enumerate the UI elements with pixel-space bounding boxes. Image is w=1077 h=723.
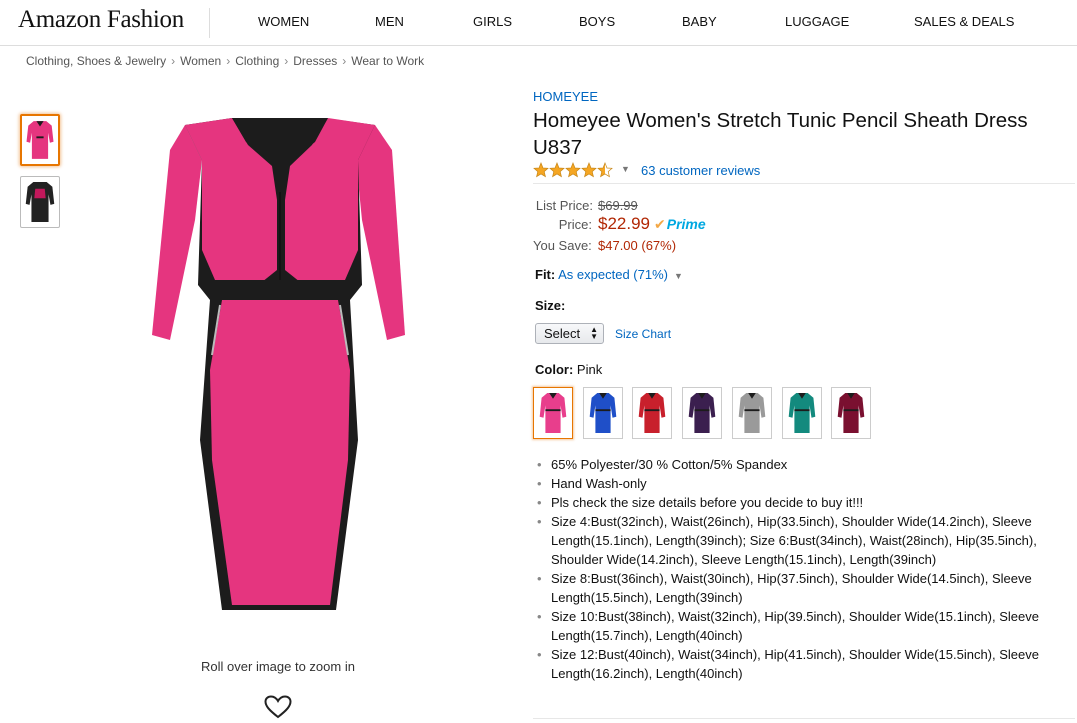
size-dropdown-value: Select <box>544 326 581 341</box>
size-dropdown[interactable]: Select ▲ ▼ <box>535 323 604 344</box>
chevron-down-icon[interactable]: ▼ <box>621 164 630 174</box>
dress-swatch-icon <box>638 393 666 433</box>
nav-baby[interactable]: BABY <box>682 14 717 29</box>
breadcrumb-separator: › <box>171 54 176 68</box>
star-rating[interactable] <box>533 162 615 178</box>
list-item: Size 10:Bust(38inch), Waist(32inch), Hip… <box>537 607 1056 645</box>
star-icon <box>549 162 565 178</box>
nav-women[interactable]: WOMEN <box>258 14 309 29</box>
fit-value-link[interactable]: As expected (71%) <box>558 267 668 282</box>
breadcrumb-clothing[interactable]: Clothing <box>235 54 279 68</box>
amazon-fashion-logo[interactable]: Amazon Fashion <box>18 6 184 34</box>
chevron-down-icon[interactable]: ▼ <box>674 271 683 281</box>
size-chart-link[interactable]: Size Chart <box>615 327 671 341</box>
nav-men[interactable]: MEN <box>375 14 404 29</box>
dress-swatch-icon <box>688 393 716 433</box>
selected-color: Pink <box>576 362 603 377</box>
list-item: Size 4:Bust(32inch), Waist(26inch), Hip(… <box>537 512 1056 569</box>
list-price-value: $69.99 <box>598 198 638 213</box>
heart-icon[interactable] <box>263 694 293 720</box>
color-swatch-purple[interactable] <box>682 387 722 439</box>
zoom-hint: Roll over image to zoom in <box>201 659 355 674</box>
feature-bullets: 65% Polyester/30 % Cotton/5% Spandex Han… <box>537 455 1056 683</box>
color-swatch-pink[interactable] <box>533 387 573 439</box>
list-price-label: List Price: <box>535 198 593 213</box>
nav-boys[interactable]: BOYS <box>579 14 615 29</box>
logo-divider <box>209 8 210 38</box>
breadcrumb-clothing-shoes-jewelry[interactable]: Clothing, Shoes & Jewelry <box>26 54 166 68</box>
color-swatch-blue[interactable] <box>583 387 623 439</box>
customer-reviews-link[interactable]: 63 customer reviews <box>641 163 760 178</box>
prime-label: Prime <box>666 216 706 232</box>
divider <box>533 718 1075 719</box>
breadcrumb-separator: › <box>284 54 289 68</box>
check-icon: ✔ <box>654 216 666 232</box>
fit-row: Fit: As expected (71%) ▼ <box>535 267 683 282</box>
thumbnail-black-dress[interactable] <box>20 176 60 228</box>
breadcrumb-separator: › <box>342 54 347 68</box>
prime-badge[interactable]: ✔Prime <box>654 216 706 233</box>
you-save-label: You Save: <box>533 238 592 253</box>
size-label: Size: <box>535 298 566 313</box>
divider <box>533 183 1075 184</box>
sale-price-value: $22.99 <box>598 214 650 233</box>
up-down-arrows-icon: ▲ ▼ <box>590 325 598 341</box>
breadcrumb: Clothing, Shoes & Jewelry › Women › Clothing… <box>26 54 424 68</box>
thumbnail-pink-dress[interactable] <box>20 114 60 166</box>
dress-thumbnail-icon <box>26 121 54 159</box>
nav-luggage[interactable]: LUGGAGE <box>785 14 849 29</box>
dress-swatch-icon <box>539 393 567 433</box>
nav-girls[interactable]: GIRLS <box>473 14 512 29</box>
product-title: Homeyee Women's Stretch Tunic Pencil She… <box>533 109 1028 159</box>
color-swatch-teal[interactable] <box>782 387 822 439</box>
list-item: Pls check the size details before you de… <box>537 493 1056 512</box>
dress-swatch-icon <box>837 393 865 433</box>
list-item: Size 8:Bust(36inch), Waist(30inch), Hip(… <box>537 569 1056 607</box>
color-swatch-grey[interactable] <box>732 387 772 439</box>
color-swatch-red[interactable] <box>632 387 672 439</box>
breadcrumb-wear-to-work[interactable]: Wear to Work <box>351 54 424 68</box>
list-item: 65% Polyester/30 % Cotton/5% Spandex <box>537 455 1056 474</box>
star-icon <box>533 162 549 178</box>
nav-sales-deals[interactable]: SALES & DEALS <box>914 14 1014 29</box>
color-label: Color: <box>535 362 574 377</box>
dress-swatch-icon <box>589 393 617 433</box>
dress-swatch-icon <box>738 393 766 433</box>
breadcrumb-separator: › <box>226 54 231 68</box>
half-star-icon <box>597 162 613 178</box>
color-swatch-burgundy[interactable] <box>831 387 871 439</box>
star-icon <box>581 162 597 178</box>
list-item: Size 12:Bust(40inch), Waist(34inch), Hip… <box>537 645 1056 683</box>
brand-link[interactable]: HOMEYEE <box>533 89 598 104</box>
dress-thumbnail-icon <box>25 182 55 222</box>
star-icon <box>565 162 581 178</box>
price-label: Price: <box>558 217 592 232</box>
product-main-image[interactable] <box>140 100 420 620</box>
dress-swatch-icon <box>788 393 816 433</box>
breadcrumb-women[interactable]: Women <box>180 54 221 68</box>
you-save-value: $47.00 (67%) <box>598 238 677 253</box>
breadcrumb-dresses[interactable]: Dresses <box>293 54 337 68</box>
color-label-row: Color: Pink <box>535 362 602 377</box>
list-item: Hand Wash-only <box>537 474 1056 493</box>
fit-label: Fit: <box>535 267 556 282</box>
top-navigation-bar: Amazon Fashion WOMEN MEN GIRLS BOYS BABY… <box>0 0 1077 46</box>
